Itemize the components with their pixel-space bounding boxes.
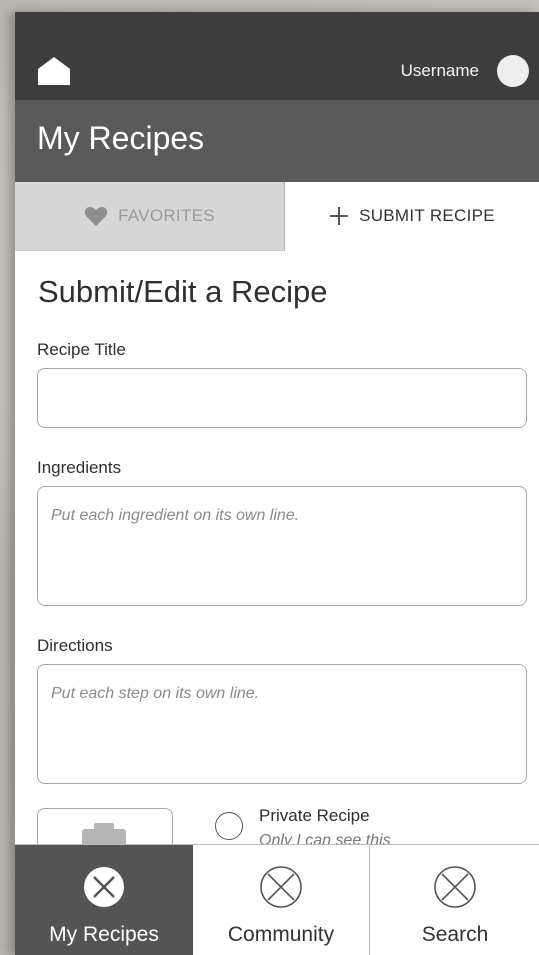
plus-icon <box>330 207 349 225</box>
ingredients-label: Ingredients <box>37 458 122 477</box>
home-icon[interactable] <box>37 56 71 86</box>
tab-submit-recipe-label: SUBMIT RECIPE <box>359 206 495 225</box>
avatar[interactable] <box>497 55 529 87</box>
heart-icon <box>84 207 108 226</box>
tab-favorites[interactable]: FAVORITES <box>15 182 285 251</box>
tab-bar: FAVORITES SUBMIT RECIPE <box>15 182 539 251</box>
private-recipe-radio[interactable] <box>215 812 243 840</box>
nav-my-recipes[interactable]: My Recipes <box>15 845 193 955</box>
circle-x-icon <box>434 866 476 908</box>
form-title: Submit/Edit a Recipe <box>38 274 328 309</box>
nav-community[interactable]: Community <box>193 845 370 955</box>
username-label[interactable]: Username <box>401 61 479 81</box>
tab-favorites-label: FAVORITES <box>118 206 215 225</box>
nav-search[interactable]: Search <box>371 845 539 955</box>
circle-x-icon <box>260 866 302 908</box>
ingredients-textarea[interactable]: Put each ingredient on its own line. <box>37 486 527 606</box>
nav-community-label: Community <box>227 923 335 946</box>
top-bar: Username <box>15 12 539 100</box>
bottom-nav: My Recipes Community Search <box>15 844 539 955</box>
circle-x-icon <box>84 867 124 907</box>
directions-placeholder: Put each step on its own line. <box>51 685 260 702</box>
recipe-title-label: Recipe Title <box>37 340 126 359</box>
nav-my-recipes-label: My Recipes <box>49 923 159 946</box>
private-recipe-label: Private Recipe <box>259 806 370 825</box>
tab-submit-recipe[interactable]: SUBMIT RECIPE <box>285 182 539 250</box>
recipe-title-input[interactable] <box>37 368 527 428</box>
directions-label: Directions <box>37 636 113 655</box>
ingredients-placeholder: Put each ingredient on its own line. <box>51 507 300 524</box>
directions-textarea[interactable]: Put each step on its own line. <box>37 664 527 784</box>
app-screen: Username My Recipes FAVORITES SUBMIT REC… <box>15 12 539 955</box>
nav-search-label: Search <box>421 923 489 946</box>
page-title: My Recipes <box>37 120 205 156</box>
